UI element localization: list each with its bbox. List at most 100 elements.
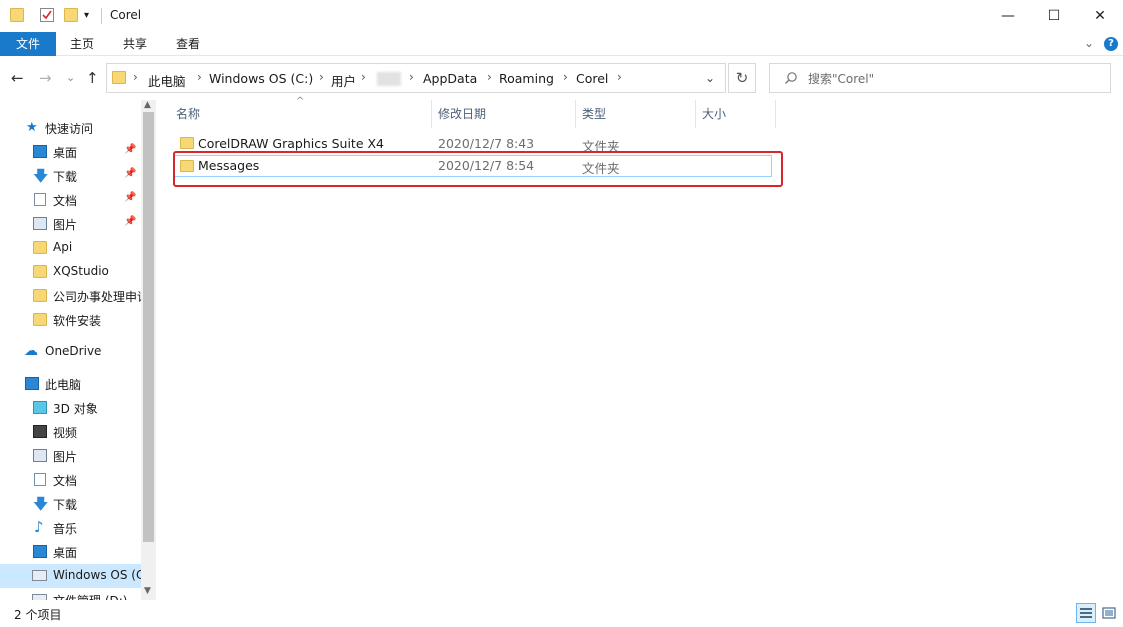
refresh-button[interactable]: ↻ bbox=[728, 63, 756, 93]
item-count: 2 个项目 bbox=[14, 608, 62, 622]
star-icon: ★ bbox=[26, 120, 38, 135]
new-folder-icon[interactable] bbox=[64, 8, 78, 22]
column-header-modified[interactable]: 修改日期 bbox=[432, 100, 576, 128]
folder-icon bbox=[112, 71, 126, 84]
navigation-pane: ★ 快速访问 桌面 📌 🡇 下载 📌 文档 📌 图片 📌 Api XQStudi… bbox=[0, 100, 156, 600]
chevron-right-icon[interactable]: › bbox=[409, 70, 414, 84]
desktop-icon bbox=[33, 545, 47, 558]
recent-locations-icon[interactable]: ⌄ bbox=[66, 71, 75, 84]
nav-onedrive[interactable]: ☁ OneDrive bbox=[0, 340, 141, 364]
pin-icon[interactable]: 📌 bbox=[124, 168, 136, 179]
large-icons-view-icon[interactable] bbox=[1099, 603, 1119, 623]
nav-quick-access[interactable]: ★ 快速访问 bbox=[0, 116, 141, 140]
chevron-right-icon[interactable]: › bbox=[487, 70, 492, 84]
tab-home[interactable]: 主页 bbox=[60, 32, 104, 56]
up-arrow-icon[interactable]: ↑ bbox=[86, 69, 99, 87]
chevron-right-icon[interactable]: › bbox=[563, 70, 568, 84]
forward-arrow-icon[interactable]: → bbox=[39, 69, 52, 87]
nav-label: Api bbox=[53, 240, 73, 254]
nav-label: 快速访问 bbox=[45, 122, 94, 136]
address-dropdown-icon[interactable]: ⌄ bbox=[705, 71, 715, 85]
nav-label: 桌面 bbox=[53, 146, 78, 160]
crumb-drive-c[interactable]: Windows OS (C:) bbox=[209, 71, 313, 86]
pin-icon[interactable]: 📌 bbox=[124, 144, 136, 155]
nav-scrollbar-thumb[interactable] bbox=[143, 112, 154, 542]
file-name: CorelDRAW Graphics Suite X4 bbox=[198, 136, 384, 151]
nav-item-pc-desktop[interactable]: 桌面 bbox=[0, 540, 141, 564]
folder-icon bbox=[10, 8, 24, 22]
folder-icon bbox=[33, 313, 47, 326]
nav-item-office-folder[interactable]: 公司办事处理申请 bbox=[0, 284, 141, 308]
nav-item-videos[interactable]: 视频 bbox=[0, 420, 141, 444]
properties-icon[interactable] bbox=[40, 8, 54, 22]
search-icon bbox=[784, 71, 798, 88]
address-bar[interactable]: › 此电脑 › Windows OS (C:) › 用户 › › AppData… bbox=[106, 63, 726, 93]
nav-item-pc-pictures[interactable]: 图片 bbox=[0, 444, 141, 468]
close-button[interactable]: ✕ bbox=[1077, 0, 1123, 32]
file-list: ^ 名称 修改日期 类型 大小 CorelDRAW Graphics Suite… bbox=[158, 96, 1123, 600]
nav-item-pictures[interactable]: 图片 📌 bbox=[0, 212, 141, 236]
nav-item-xqstudio[interactable]: XQStudio bbox=[0, 260, 141, 284]
nav-item-drive-d[interactable]: 文件管理 (D:) bbox=[0, 588, 141, 600]
crumb-appdata[interactable]: AppData bbox=[423, 71, 477, 86]
nav-item-music[interactable]: ♪ 音乐 bbox=[0, 516, 141, 540]
nav-item-documents[interactable]: 文档 📌 bbox=[0, 188, 141, 212]
address-row: ← → ⌄ ↑ › 此电脑 › Windows OS (C:) › 用户 › ›… bbox=[0, 57, 1123, 99]
nav-item-drive-c[interactable]: Windows OS (C:) bbox=[0, 564, 141, 588]
chevron-right-icon[interactable]: › bbox=[197, 70, 202, 84]
pin-icon[interactable]: 📌 bbox=[124, 192, 136, 203]
maximize-button[interactable]: ☐ bbox=[1031, 0, 1077, 32]
customize-toolbar-icon[interactable]: ▾ bbox=[84, 10, 98, 24]
nav-item-api[interactable]: Api bbox=[0, 236, 141, 260]
window-title: Corel bbox=[110, 8, 142, 22]
tab-share[interactable]: 共享 bbox=[113, 32, 157, 56]
crumb-roaming[interactable]: Roaming bbox=[499, 71, 554, 86]
search-input[interactable] bbox=[808, 70, 1098, 88]
nav-item-desktop[interactable]: 桌面 📌 bbox=[0, 140, 141, 164]
nav-label: 桌面 bbox=[53, 546, 78, 560]
scroll-up-icon[interactable]: ▲ bbox=[144, 100, 151, 110]
chevron-right-icon[interactable]: › bbox=[133, 70, 138, 84]
search-box[interactable] bbox=[769, 63, 1111, 93]
folder-icon bbox=[180, 137, 194, 149]
download-arrow-icon: 🡇 bbox=[33, 495, 49, 513]
document-icon bbox=[34, 193, 46, 206]
crumb-corel[interactable]: Corel bbox=[576, 71, 608, 86]
chevron-right-icon[interactable]: › bbox=[617, 70, 622, 84]
nav-label: 3D 对象 bbox=[53, 402, 98, 416]
nav-item-3d-objects[interactable]: 3D 对象 bbox=[0, 396, 141, 420]
expand-ribbon-icon[interactable]: ⌄ bbox=[1084, 36, 1094, 50]
minimize-button[interactable]: — bbox=[985, 0, 1031, 32]
tab-file[interactable]: 文件 bbox=[0, 32, 56, 56]
chevron-right-icon[interactable]: › bbox=[361, 70, 366, 84]
folder-icon bbox=[33, 289, 47, 302]
crumb-this-pc[interactable]: 此电脑 bbox=[148, 71, 186, 90]
nav-item-pc-documents[interactable]: 文档 bbox=[0, 468, 141, 492]
column-header-name[interactable]: 名称 bbox=[170, 100, 432, 128]
nav-item-software[interactable]: 软件安装 bbox=[0, 308, 141, 332]
nav-label: 下载 bbox=[53, 170, 78, 184]
computer-icon bbox=[25, 377, 39, 390]
chevron-right-icon[interactable]: › bbox=[319, 70, 324, 84]
download-arrow-icon: 🡇 bbox=[33, 167, 49, 185]
details-view-icon[interactable] bbox=[1076, 603, 1096, 623]
back-arrow-icon[interactable]: ← bbox=[11, 69, 24, 87]
cube-icon bbox=[33, 401, 47, 414]
tab-view[interactable]: 查看 bbox=[166, 32, 210, 56]
cloud-icon: ☁ bbox=[24, 343, 38, 359]
nav-this-pc[interactable]: 此电脑 bbox=[0, 372, 141, 396]
nav-scrollbar[interactable]: ▲ ▼ bbox=[141, 100, 156, 600]
nav-item-pc-downloads[interactable]: 🡇 下载 bbox=[0, 492, 141, 516]
column-header-type[interactable]: 类型 bbox=[576, 100, 696, 128]
picture-icon bbox=[33, 449, 47, 462]
pin-icon[interactable]: 📌 bbox=[124, 216, 136, 227]
nav-label: 文档 bbox=[53, 194, 78, 208]
nav-item-downloads[interactable]: 🡇 下载 📌 bbox=[0, 164, 141, 188]
crumb-users[interactable]: 用户 bbox=[331, 71, 356, 90]
help-icon[interactable]: ? bbox=[1104, 37, 1118, 51]
scroll-down-icon[interactable]: ▼ bbox=[144, 586, 151, 596]
redacted-username[interactable] bbox=[377, 72, 401, 86]
column-header-size[interactable]: 大小 bbox=[696, 100, 776, 128]
title-bar: ▾ Corel — ☐ ✕ bbox=[0, 0, 1123, 32]
desktop-icon bbox=[33, 145, 47, 158]
